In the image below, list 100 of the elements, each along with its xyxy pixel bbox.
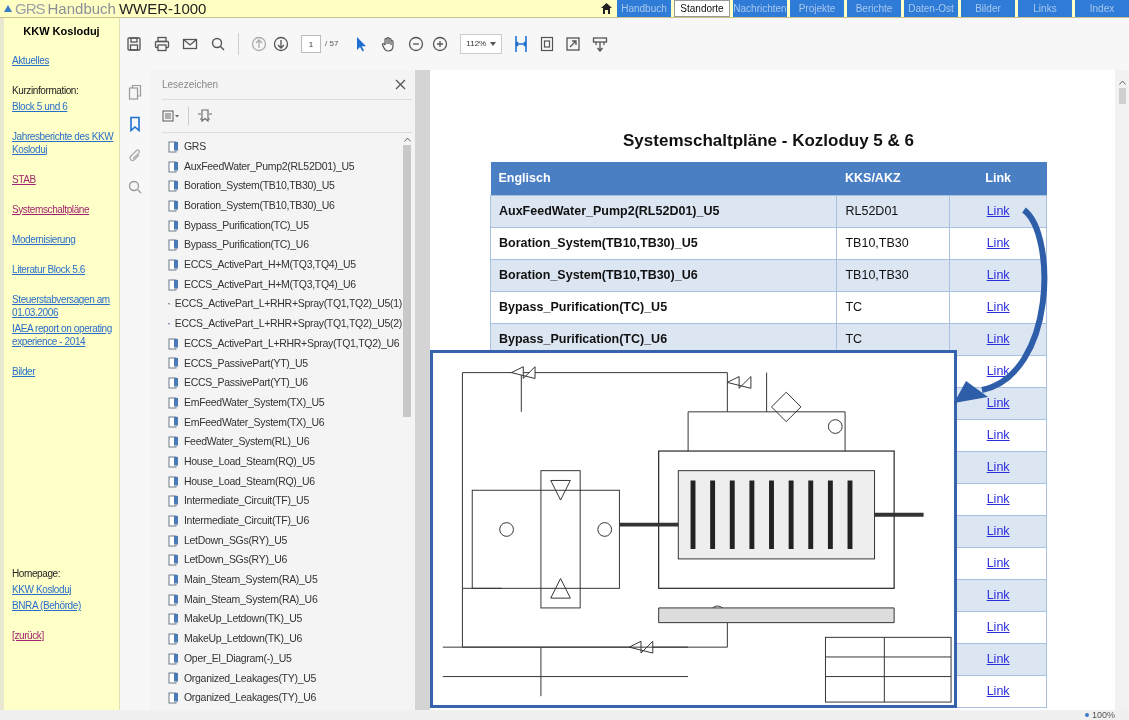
bookmark-page-icon [168,377,179,390]
sidebar-link[interactable]: Systemschaltpläne [12,202,119,216]
link[interactable]: Link [986,620,1010,635]
bookmark-item[interactable]: Intermediate_Circuit(TF)_U5 [184,493,309,510]
bookmark-item[interactable]: AuxFeedWater_Pump2(RL52D01)_U5 [184,158,355,175]
table-cell: Bypass_Purification(TC)_U5 [499,300,668,315]
link[interactable]: Link [986,332,1010,347]
table-cell: Boration_System(TB10,TB30)_U6 [499,268,698,283]
bookmark-page-icon [168,416,179,429]
bookmark-item[interactable]: Organized_Leakages(TY)_U6 [184,690,316,706]
pages-icon[interactable] [128,84,142,100]
sidebar-link[interactable]: KKW Kosloduj [12,583,119,596]
bookmark-page-icon [168,239,179,252]
link[interactable]: Link [986,684,1010,699]
bookmark-item[interactable]: MakeUp_Letdown(TK)_U5 [184,611,302,628]
nav-tab[interactable]: Standorte [674,0,730,17]
bookmark-page-icon [168,219,179,232]
close-icon[interactable] [395,79,406,90]
bookmark-item[interactable]: Boration_System(TB10,TB30)_U5 [184,178,335,195]
bookmark-item[interactable]: Bypass_Purification(TC)_U6 [184,237,309,254]
bookmark-item[interactable]: Main_Steam_System(RA)_U5 [184,572,318,588]
bookmark-item[interactable]: House_Load_Steam(RQ)_U6 [184,473,315,490]
sidebar-link[interactable]: Block 5 und 6 [12,99,119,113]
scrollbar-thumb[interactable] [1118,88,1126,104]
zoom-in-icon[interactable] [432,36,449,52]
sidebar-link[interactable]: STAB [12,172,119,186]
bookmark-item[interactable]: Intermediate_Circuit(TF)_U6 [184,513,309,529]
link[interactable]: Link [986,460,1010,475]
hand-icon[interactable] [380,36,397,52]
column-header: Link [949,161,1047,196]
triangle-icon[interactable] [4,5,12,12]
bookmark-item[interactable]: GRS [184,138,206,155]
bookmark-item[interactable]: ECCS_ActivePart_H+M(TQ3,TQ4)_U5 [184,257,356,273]
bookmark-item[interactable]: ECCS_PassivePart(YT)_U5 [184,355,308,372]
sidebar-link[interactable]: IAEA report on operating experience - 2014 [12,321,119,348]
zoom-out-icon[interactable] [408,36,425,52]
scrollbar[interactable] [1115,70,1129,710]
link[interactable]: Link [986,428,1010,443]
bookmark-item[interactable]: FeedWater_System(RL)_U6 [184,434,310,451]
sidebar-link[interactable]: Steuerstabversagen am 01.03.2006 [12,292,119,319]
bookmark-item[interactable]: Oper_El_Diagram(-)_U5 [184,650,292,667]
sidebar-link[interactable]: Bilder [12,364,119,378]
tools-icon[interactable] [592,36,609,52]
full-screen-icon[interactable] [566,37,581,51]
bookmark-item[interactable]: House_Load_Steam(RQ)_U5 [184,453,315,470]
bookmark-item[interactable]: EmFeedWater_System(TX)_U5 [184,394,325,411]
site-subtitle: WWER-1000 [118,1,207,16]
bookmark-item[interactable]: Boration_System(TB10,TB30)_U6 [184,198,335,214]
bookmark-item[interactable]: MakeUp_Letdown(TK)_U6 [184,631,302,647]
bookmark-item[interactable]: ECCS_ActivePart_H+M(TQ3,TQ4)_U6 [184,276,356,293]
link[interactable]: Link [986,364,1010,379]
link[interactable]: Link [986,396,1010,411]
sidebar-link[interactable]: Modernisierung [12,232,119,246]
bookmark-icon[interactable] [129,116,141,132]
house-icon[interactable] [600,2,613,15]
bookmark-item[interactable]: ECCS_ActivePart_L+RHR+Spray(TQ1,TQ2)_U6 [184,335,400,352]
link[interactable]: Link [986,236,1010,251]
zoom-dropdown[interactable]: 112% [460,34,503,54]
scrollbar-thumb[interactable] [403,145,411,417]
page-field[interactable]: 1 [301,35,321,53]
bookmark-page-icon [168,455,179,468]
next-page-icon[interactable] [273,36,289,52]
sidebar-link[interactable]: [zurück] [12,629,119,642]
bookmark-item[interactable]: Bypass_Purification(TC)_U5 [184,217,309,234]
link[interactable]: Link [986,268,1010,283]
paperclip-icon[interactable] [128,148,142,164]
mail-icon[interactable] [182,36,198,52]
logo: GRS [15,1,45,16]
link[interactable]: Link [986,204,1010,219]
bookmark-item[interactable]: ECCS_ActivePart_L+RHR+Spray(TQ1,TQ2)_U5(1) [174,296,402,313]
fit-width-icon[interactable] [514,35,529,53]
sidebar-link[interactable]: Aktuelles [12,53,119,67]
link[interactable]: Link [986,652,1010,667]
save-icon[interactable] [126,36,142,52]
bookmark-item[interactable]: LetDown_SGs(RY)_U5 [184,532,287,549]
link[interactable]: Link [986,588,1010,603]
print-icon[interactable] [154,36,170,52]
caret-icon[interactable] [490,42,497,46]
bookmark-add-icon[interactable] [197,108,213,124]
search-icon[interactable] [210,36,226,52]
bookmark-item[interactable]: ECCS_PassivePart(YT)_U6 [184,375,308,391]
bookmark-page-icon [168,692,179,705]
bookmark-item[interactable]: Main_Steam_System(RA)_U6 [184,591,318,608]
zoom-level[interactable]: 100% [1091,710,1115,720]
link[interactable]: Link [986,300,1010,315]
link[interactable]: Link [986,556,1010,571]
scroll-up-icon[interactable] [403,137,411,142]
sidebar-link[interactable]: BNRA (Behörde) [12,599,119,612]
sidebar-link[interactable]: Jahresberichte des KKW Kosloduj [12,129,119,156]
link[interactable]: Link [986,524,1010,539]
sidebar-title: KKW Kosloduj [22,24,101,39]
bookmark-item[interactable]: EmFeedWater_System(TX)_U6 [184,414,325,431]
link[interactable]: Link [986,492,1010,507]
options-dropdown-icon[interactable] [162,110,180,122]
scroll-up-icon[interactable] [1118,80,1126,85]
sidebar-link[interactable]: Literatur Block 5.6 [12,262,119,276]
bookmark-item[interactable]: LetDown_SGs(RY)_U6 [184,552,287,569]
bookmark-item[interactable]: Organized_Leakages(TY)_U5 [184,670,316,687]
bookmark-item[interactable]: ECCS_ActivePart_L+RHR+Spray(TQ1,TQ2)_U5(2) [174,316,402,332]
fit-page-icon[interactable] [540,36,555,52]
